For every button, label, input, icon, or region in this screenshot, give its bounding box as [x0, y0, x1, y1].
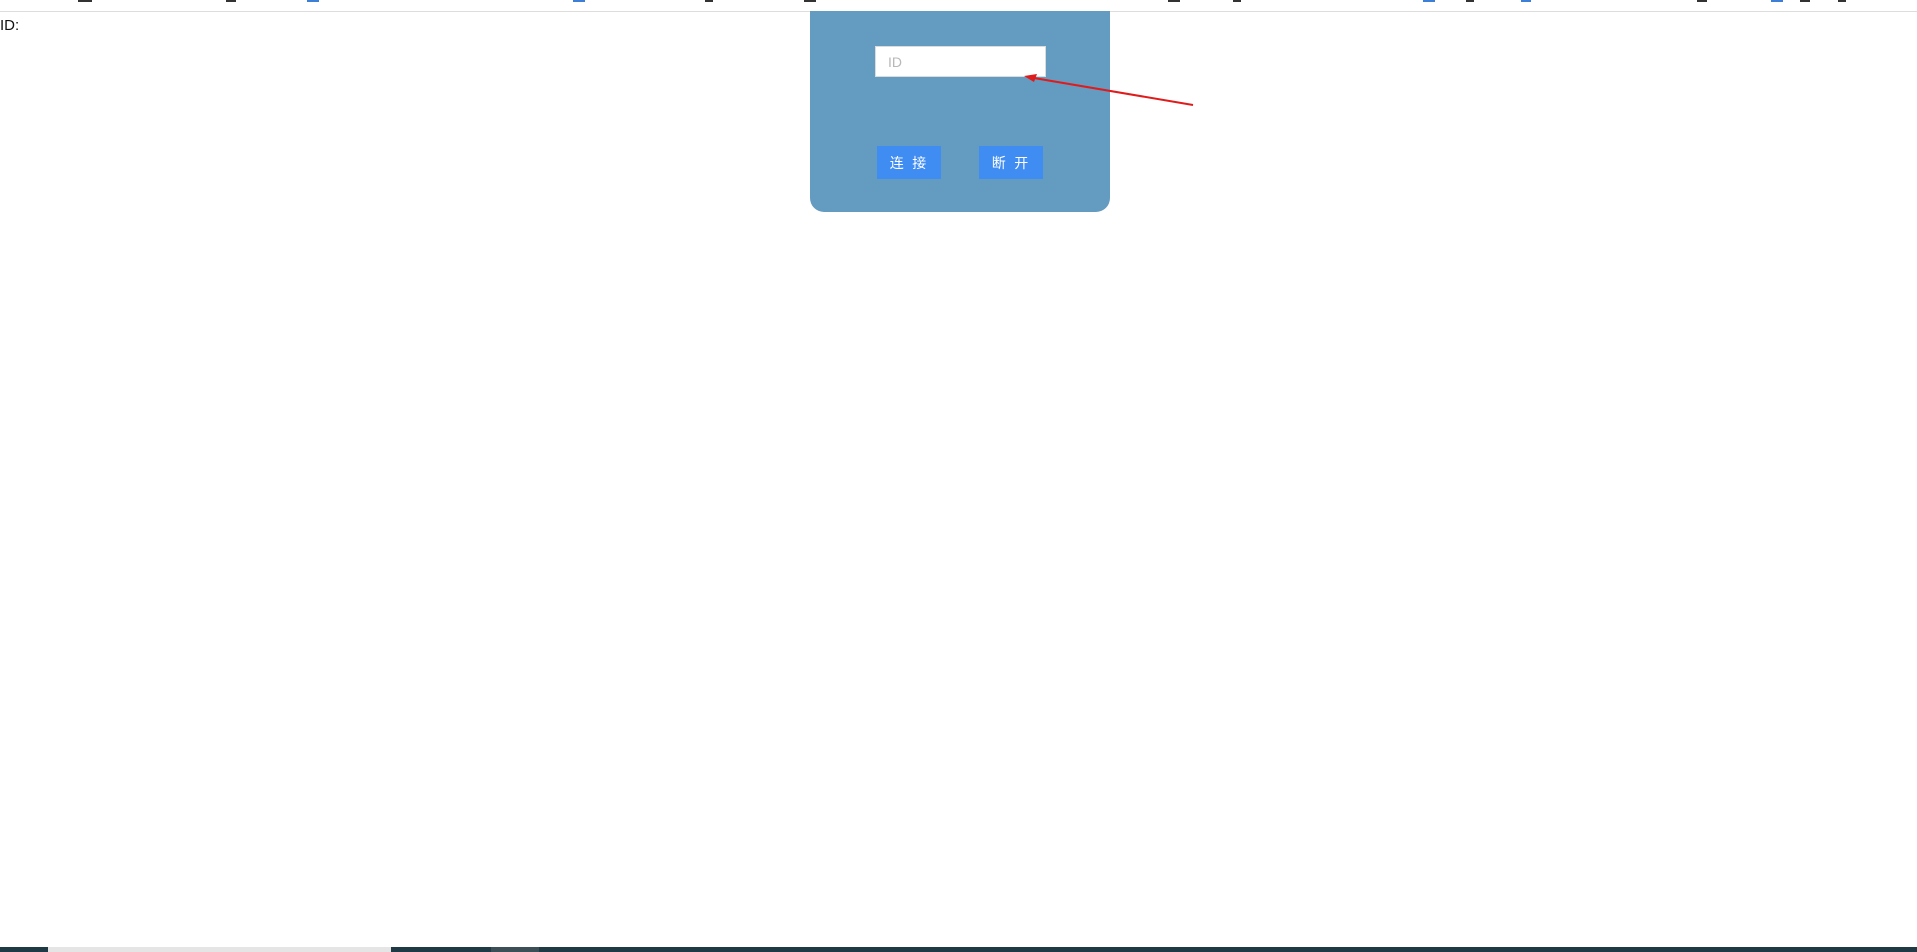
toolbar-glyph [226, 0, 236, 2]
toolbar-glyph [1838, 0, 1846, 2]
disconnect-button[interactable]: 断 开 [979, 146, 1043, 179]
connect-button[interactable]: 连 接 [877, 146, 941, 179]
toolbar-glyph [1233, 0, 1241, 2]
bottom-taskbar-strip [0, 947, 1917, 952]
annotation-arrow-icon [1024, 74, 1194, 106]
toolbar-glyph [1800, 0, 1810, 2]
toolbar-glyph [78, 0, 92, 2]
toolbar-glyph [573, 0, 585, 2]
toolbar-glyph [1697, 0, 1707, 2]
id-label: ID: [0, 17, 20, 34]
toolbar-glyph [1168, 0, 1180, 2]
taskbar-segment [0, 947, 48, 952]
taskbar-segment [491, 947, 539, 952]
toolbar-glyph [1521, 0, 1531, 2]
toolbar-glyph [1771, 0, 1783, 2]
toolbar-glyph [307, 0, 319, 2]
toolbar-glyph [804, 0, 816, 2]
toolbar-glyph [705, 0, 713, 2]
taskbar-segment [48, 947, 391, 952]
toolbar-glyph [1423, 0, 1435, 2]
toolbar-glyph [1466, 0, 1474, 2]
